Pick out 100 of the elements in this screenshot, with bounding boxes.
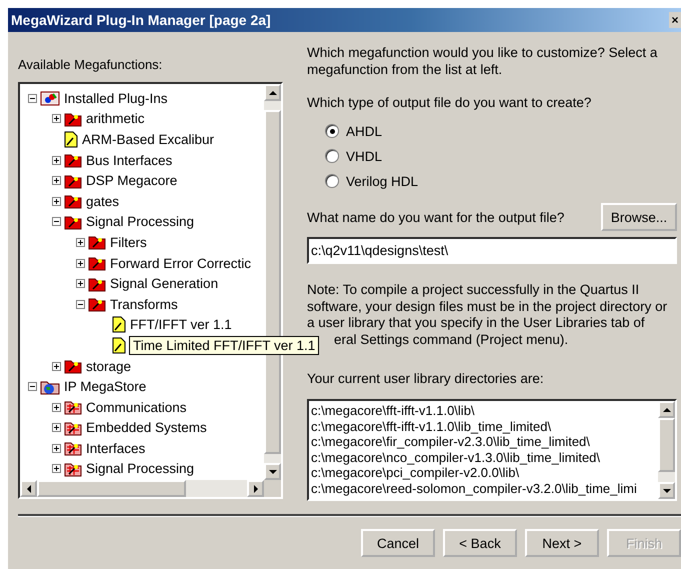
- document-icon: [112, 336, 126, 354]
- folder-icon: [64, 193, 82, 210]
- folder-icon: [88, 234, 106, 250]
- library-path[interactable]: c:\megacore\fir_compiler-v2.3.0\lib_time_limited\: [311, 434, 590, 450]
- tree-item-label[interactable]: Signal Processing: [85, 461, 196, 476]
- expander-icon[interactable]: [52, 156, 61, 165]
- close-button[interactable]: ×: [669, 12, 681, 28]
- tree-row[interactable]: IP MegaStore: [28, 376, 148, 397]
- plugins-icon: [40, 90, 60, 106]
- window-title: MegaWizard Plug-In Manager [page 2a]: [11, 12, 271, 28]
- output-name-label: What name do you want for the output file?: [307, 208, 564, 226]
- library-path[interactable]: c:\megacore\pci_compiler-v2.0.0\lib\: [311, 465, 520, 480]
- tree-item-label[interactable]: Signal Processing: [85, 214, 196, 230]
- tree-row[interactable]: Bus Interfaces: [52, 150, 174, 170]
- scroll-down-button[interactable]: [264, 463, 281, 480]
- expander-icon[interactable]: [52, 217, 61, 226]
- tree-item-label[interactable]: Interfaces: [85, 440, 146, 456]
- tree-item-label[interactable]: FFT/IFFT ver 1.1: [129, 317, 233, 332]
- tree-item-label[interactable]: Forward Error Correctic: [109, 256, 252, 271]
- scroll-up-button[interactable]: [658, 401, 675, 418]
- expander-icon[interactable]: [76, 300, 85, 309]
- expander-icon[interactable]: [52, 423, 61, 432]
- radio-option[interactable]: AHDL: [325, 121, 382, 141]
- folder-icon: [88, 255, 106, 272]
- expander-icon[interactable]: [76, 279, 85, 288]
- radio-option[interactable]: Verilog HDL: [325, 171, 418, 191]
- expander-icon[interactable]: [52, 114, 61, 124]
- scroll-thumb[interactable]: [658, 418, 675, 472]
- tree-row[interactable]: ARM-Based Excalibur: [52, 129, 216, 150]
- tree-row[interactable]: Communications: [52, 396, 188, 418]
- tree-item-label[interactable]: gates: [85, 194, 120, 209]
- output-file-field[interactable]: c:\q2v11\qdesigns\test\: [307, 237, 677, 264]
- tree-item-label[interactable]: Transforms: [109, 296, 179, 312]
- document-icon: [64, 130, 78, 148]
- tree-row[interactable]: arithmetic: [52, 108, 146, 130]
- folder-icon: [64, 420, 82, 436]
- library-path[interactable]: c:\megacore\fft-ifft-v1.1.0\lib\: [311, 403, 475, 418]
- scroll-thumb[interactable]: [37, 480, 186, 497]
- expander-icon[interactable]: [52, 402, 61, 412]
- radio-button[interactable]: [325, 124, 339, 138]
- globe-folder-icon: [40, 378, 60, 395]
- tree-row[interactable]: DSP Megacore: [52, 170, 178, 191]
- wizard-button[interactable]: Cancel: [361, 529, 435, 557]
- scroll-down-button[interactable]: [658, 482, 675, 499]
- library-path[interactable]: c:\megacore\reed-solomon_compiler-v3.2.0\lib_time_limi: [311, 480, 637, 496]
- horizontal-scrollbar[interactable]: [20, 480, 264, 497]
- tree-item-label[interactable]: Embedded Systems: [85, 420, 208, 436]
- tree-row[interactable]: Time Limited FFT/IFFT ver 1.1: [100, 335, 320, 356]
- library-path[interactable]: c:\megacore\nco_compiler-v1.3.0\lib_time_limited\: [311, 450, 600, 465]
- tree-row[interactable]: Filters: [76, 232, 148, 253]
- tree-row[interactable]: Signal Generation: [76, 273, 220, 294]
- browse-button[interactable]: Browse...: [601, 203, 677, 231]
- scroll-up-button[interactable]: [264, 84, 281, 101]
- tree-row[interactable]: Forward Error Correctic: [76, 252, 252, 274]
- tree-row[interactable]: Signal Processing: [52, 458, 196, 480]
- wizard-button[interactable]: < Back: [443, 529, 517, 557]
- expander-icon[interactable]: [28, 382, 37, 392]
- tree-item-label[interactable]: Signal Generation: [109, 276, 220, 292]
- tree-row[interactable]: FFT/IFFT ver 1.1: [100, 314, 233, 336]
- tooltip: Time Limited FFT/IFFT ver 1.1: [129, 336, 320, 355]
- tree-item-label[interactable]: IP MegaStore: [63, 379, 148, 394]
- wizard-button[interactable]: Next >: [525, 529, 599, 557]
- tree-row[interactable]: gates: [52, 190, 120, 212]
- folder-icon: [64, 152, 82, 168]
- tree-row[interactable]: storage: [52, 356, 132, 376]
- note-text: software, your design files must be in the project directory or: [307, 298, 668, 315]
- expander-icon[interactable]: [28, 94, 37, 103]
- radio-button[interactable]: [325, 174, 339, 188]
- tree-item-label[interactable]: Bus Interfaces: [85, 152, 174, 168]
- folder-icon: [64, 399, 82, 416]
- library-path[interactable]: c:\megacore\fft-ifft-v1.1.0\lib_time_limited\: [311, 418, 552, 434]
- tree-item-label[interactable]: arithmetic: [85, 111, 146, 126]
- expander-icon[interactable]: [52, 196, 61, 206]
- tree-label: Available Megafunctions:: [18, 57, 164, 72]
- tree-row[interactable]: Signal Processing: [52, 212, 196, 232]
- tree-row[interactable]: Transforms: [76, 294, 179, 315]
- tree-item-label[interactable]: storage: [85, 358, 132, 374]
- scroll-right-button[interactable]: [247, 480, 264, 497]
- tree-item-label[interactable]: Filters: [109, 234, 148, 250]
- tree-item-label[interactable]: ARM-Based Excalibur: [81, 132, 216, 147]
- expander-icon[interactable]: [52, 464, 61, 474]
- scroll-left-button[interactable]: [20, 480, 37, 497]
- folder-icon: [64, 110, 82, 127]
- vertical-scrollbar[interactable]: [658, 401, 675, 499]
- expander-icon[interactable]: [52, 444, 61, 453]
- tree-item-label[interactable]: Communications: [85, 400, 188, 415]
- expander-icon[interactable]: [76, 258, 85, 268]
- tree-item-label[interactable]: DSP Megacore: [85, 173, 178, 188]
- radio-button[interactable]: [325, 149, 339, 163]
- expander-icon[interactable]: [52, 362, 61, 371]
- tree-item-label[interactable]: Installed Plug-Ins: [63, 90, 169, 106]
- folder-icon: [64, 440, 82, 456]
- expander-icon[interactable]: [52, 176, 61, 186]
- tree-row[interactable]: Embedded Systems: [52, 418, 208, 438]
- radio-option[interactable]: VHDL: [325, 146, 382, 166]
- tree-row[interactable]: Installed Plug-Ins: [28, 88, 169, 109]
- expander-icon[interactable]: [76, 238, 85, 247]
- scrollbar-corner: [264, 480, 281, 497]
- folder-icon: [64, 214, 82, 230]
- tree-row[interactable]: Interfaces: [52, 438, 146, 459]
